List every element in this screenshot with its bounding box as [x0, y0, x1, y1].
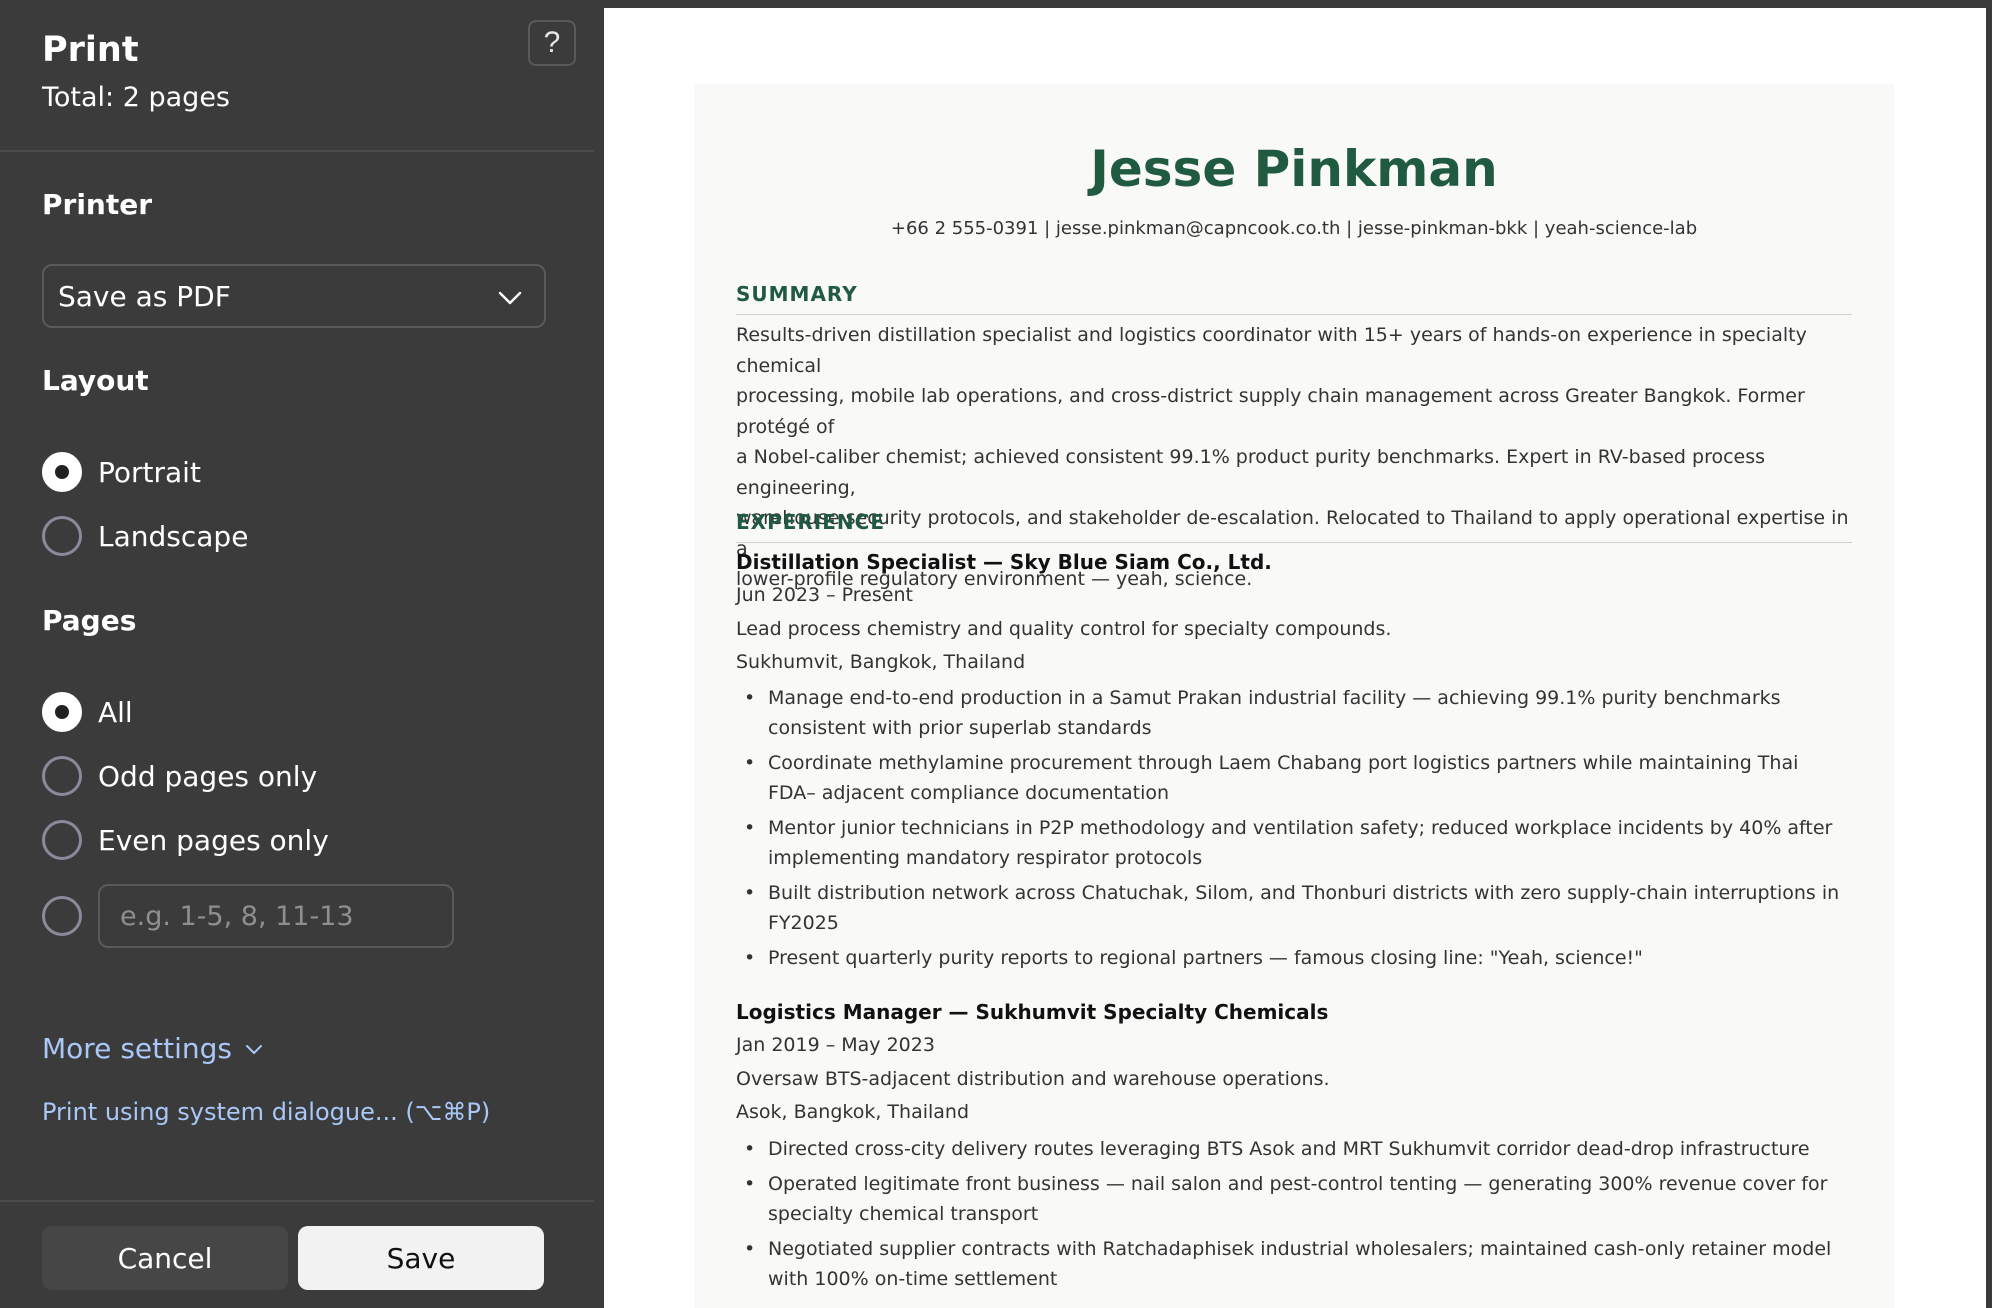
pages-option-custom[interactable] [42, 894, 98, 938]
layout-option-landscape[interactable]: Landscape [42, 514, 248, 558]
radio-portrait[interactable] [42, 452, 82, 492]
radio-odd[interactable] [42, 756, 82, 796]
layout-label: Layout [42, 364, 149, 397]
print-title: Print [42, 30, 139, 70]
experience-heading: EXPERIENCE [736, 510, 1852, 543]
pages-option-label: All [98, 695, 133, 729]
page-total: Total: 2 pages [42, 82, 230, 113]
job-bullets: Manage end-to-end production in a Samut … [736, 683, 1852, 978]
job-description: Lead process chemistry and quality contr… [736, 618, 1392, 640]
more-settings-toggle[interactable]: More settings [42, 1032, 264, 1065]
job-title: Distillation Specialist — Sky Blue Siam … [736, 550, 1272, 574]
radio-landscape[interactable] [42, 516, 82, 556]
list-item: Built distribution network across Chatuc… [736, 878, 1852, 938]
pages-option-odd[interactable]: Odd pages only [42, 754, 317, 798]
pages-option-label: Odd pages only [98, 759, 318, 793]
summary-line: processing, mobile lab operations, and c… [736, 385, 1805, 438]
pages-option-all[interactable]: All [42, 690, 133, 734]
job-dates: Jun 2023 – Present [736, 584, 913, 606]
job-title: Logistics Manager — Sukhumvit Specialty … [736, 1000, 1329, 1024]
job-location: Sukhumvit, Bangkok, Thailand [736, 651, 1026, 673]
job-bullets: Directed cross-city delivery routes leve… [736, 1134, 1852, 1299]
radio-custom[interactable] [42, 896, 82, 936]
list-item: Negotiated supplier contracts with Ratch… [736, 1234, 1852, 1294]
list-item: Directed cross-city delivery routes leve… [736, 1134, 1852, 1164]
radio-all[interactable] [42, 692, 82, 732]
print-settings-panel: Print Total: 2 pages ? Printer Save as P… [0, 0, 594, 1308]
more-settings-label: More settings [42, 1032, 232, 1065]
footer-divider [0, 1200, 594, 1202]
summary-line: Results-driven distillation specialist a… [736, 324, 1807, 377]
resume-document: Jesse Pinkman +66 2 555-0391 | jesse.pin… [694, 84, 1894, 1308]
pages-option-even[interactable]: Even pages only [42, 818, 329, 862]
job-description: Oversaw BTS-adjacent distribution and wa… [736, 1068, 1330, 1090]
resume-name: Jesse Pinkman [1090, 140, 1498, 198]
page-range-input[interactable] [98, 884, 454, 948]
save-button[interactable]: Save [298, 1226, 544, 1290]
print-header: Print Total: 2 pages ? [0, 0, 594, 152]
list-item: Manage end-to-end production in a Samut … [736, 683, 1852, 743]
help-button[interactable]: ? [528, 20, 576, 66]
layout-option-label: Portrait [98, 455, 201, 489]
list-item: Operated legitimate front business — nai… [736, 1169, 1852, 1229]
summary-line: a Nobel-caliber chemist; achieved consis… [736, 446, 1766, 499]
pages-option-label: Even pages only [98, 823, 329, 857]
job-location: Asok, Bangkok, Thailand [736, 1101, 970, 1123]
system-dialog-link[interactable]: Print using system dialogue... (⌥⌘P) [42, 1098, 490, 1126]
radio-even[interactable] [42, 820, 82, 860]
printer-select[interactable]: Save as PDF [42, 264, 546, 328]
layout-option-label: Landscape [98, 519, 249, 553]
printer-selected-value: Save as PDF [58, 279, 231, 313]
layout-option-portrait[interactable]: Portrait [42, 450, 201, 494]
list-item: Coordinate methylamine procurement throu… [736, 748, 1852, 808]
list-item: Present quarterly purity reports to regi… [736, 943, 1852, 973]
pages-label: Pages [42, 604, 137, 637]
summary-heading: SUMMARY [736, 282, 1852, 315]
cancel-button[interactable]: Cancel [42, 1226, 288, 1290]
help-icon: ? [543, 26, 561, 59]
list-item: Mentor junior technicians in P2P methodo… [736, 813, 1852, 873]
job-dates: Jan 2019 – May 2023 [736, 1034, 935, 1056]
printer-label: Printer [42, 188, 153, 221]
chevron-down-icon [498, 291, 522, 305]
chevron-down-icon [245, 1044, 262, 1054]
resume-contact: +66 2 555-0391 | jesse.pinkman@capncook.… [890, 218, 1698, 239]
